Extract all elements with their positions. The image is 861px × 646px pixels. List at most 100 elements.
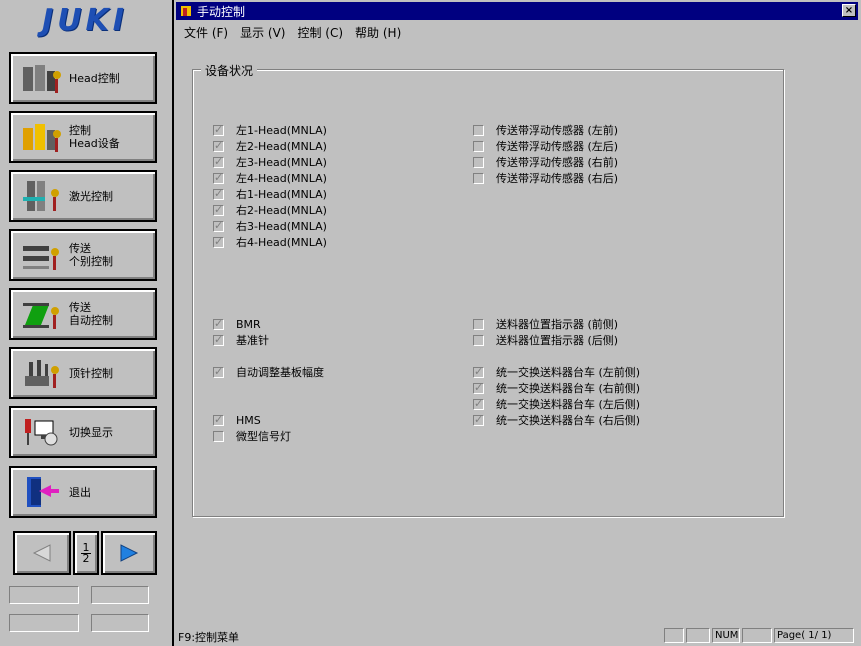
left-checkbox-row[interactable]: 右1-Head(MNLA)	[213, 186, 327, 202]
checkbox[interactable]	[473, 172, 484, 184]
checkbox[interactable]	[473, 140, 484, 152]
content-area: 设备状况 左1-Head(MNLA) 左2-Head(MNLA) 左3-Head(M…	[176, 44, 858, 624]
checkbox[interactable]	[213, 123, 224, 136]
blank-slot-1	[9, 586, 79, 604]
checkbox[interactable]	[473, 334, 484, 346]
conveyor-icon	[21, 238, 63, 272]
menu-file[interactable]: 文件 (F)	[184, 24, 228, 41]
checkbox-label: 基准针	[236, 334, 269, 347]
right-checkbox-row[interactable]: 传送带浮动传感器 (右后)	[473, 170, 618, 186]
pin-control-label: 顶针控制	[69, 366, 113, 380]
checkbox[interactable]	[213, 235, 224, 248]
right-checkbox-row[interactable]: 统一交换送料器台车 (左前侧)	[473, 364, 640, 380]
app-icon	[181, 6, 191, 16]
head-control-button[interactable]: Head控制	[9, 52, 157, 104]
head-device-control-button[interactable]: 控制 Head设备	[9, 111, 157, 163]
checkbox-label: 统一交换送料器台车 (左前侧)	[496, 366, 641, 379]
left-checkbox-row[interactable]: 右2-Head(MNLA)	[213, 202, 327, 218]
next-page-button[interactable]	[101, 531, 157, 575]
checkbox[interactable]	[213, 171, 224, 184]
left-checkbox-row[interactable]: BMR	[213, 316, 261, 332]
title-bar: 手动控制 ×	[176, 2, 858, 20]
checkbox[interactable]	[213, 430, 224, 442]
checkbox[interactable]	[473, 381, 484, 394]
checkbox[interactable]	[213, 139, 224, 152]
right-checkbox-row[interactable]: 传送带浮动传感器 (左后)	[473, 138, 618, 154]
menu-view[interactable]: 显示 (V)	[240, 24, 285, 41]
checkbox-label: 自动调整基板幅度	[236, 366, 324, 379]
status-pane-1	[664, 628, 684, 643]
right-checkbox-row[interactable]: 统一交换送料器台车 (右后侧)	[473, 412, 640, 428]
checkbox-label: 传送带浮动传感器 (左前)	[496, 124, 619, 137]
checkbox[interactable]	[473, 397, 484, 410]
checkbox[interactable]	[473, 124, 484, 136]
transfer-individual-button[interactable]: 传送 个别控制	[9, 229, 157, 281]
checkbox-label: 左3-Head(MNLA)	[236, 156, 327, 169]
head-device-icon	[21, 120, 63, 154]
left-checkbox-row[interactable]: 基准针	[213, 332, 269, 348]
exit-label: 退出	[69, 485, 91, 499]
head-device-label: 控制 Head设备	[69, 124, 120, 150]
checkbox-label: 右1-Head(MNLA)	[236, 188, 327, 201]
left-checkbox-row[interactable]: 左4-Head(MNLA)	[213, 170, 327, 186]
checkbox[interactable]	[473, 365, 484, 378]
menu-help[interactable]: 帮助 (H)	[355, 24, 401, 41]
left-checkbox-row[interactable]: 右3-Head(MNLA)	[213, 218, 327, 234]
checkbox-label: 左4-Head(MNLA)	[236, 172, 327, 185]
checkbox-label: HMS	[236, 413, 261, 427]
right-checkbox-row[interactable]: 送料器位置指示器 (前侧)	[473, 316, 618, 332]
checkbox[interactable]	[213, 187, 224, 200]
exit-door-icon	[21, 475, 63, 509]
checkbox[interactable]	[473, 156, 484, 168]
pin-control-button[interactable]: 顶针控制	[9, 347, 157, 399]
checkbox[interactable]	[213, 365, 224, 378]
blank-slot-3	[9, 614, 79, 632]
page-nav: 1 2	[9, 531, 157, 575]
left-checkbox-row[interactable]: 右4-Head(MNLA)	[213, 234, 327, 250]
left-checkbox-row[interactable]: 左1-Head(MNLA)	[213, 122, 327, 138]
checkbox-label: 传送带浮动传感器 (左后)	[496, 140, 619, 153]
checkbox-label: 统一交换送料器台车 (右后侧)	[496, 414, 641, 427]
checkbox-label: 右4-Head(MNLA)	[236, 236, 327, 249]
right-checkbox-row[interactable]: 送料器位置指示器 (后侧)	[473, 332, 618, 348]
close-button[interactable]: ×	[842, 4, 856, 17]
left-checkbox-row[interactable]: HMS	[213, 412, 261, 428]
right-checkbox-row[interactable]: 传送带浮动传感器 (右前)	[473, 154, 618, 170]
switch-display-button[interactable]: 切换显示	[9, 406, 157, 458]
exit-button[interactable]: 退出	[9, 466, 157, 518]
blank-slot-2	[91, 586, 149, 604]
status-pane-2	[686, 628, 710, 643]
switch-display-icon	[21, 415, 63, 449]
head-control-icon	[21, 61, 63, 95]
blank-slot-4	[91, 614, 149, 632]
menu-bar: 文件 (F) 显示 (V) 控制 (C) 帮助 (H)	[176, 22, 405, 42]
menu-control[interactable]: 控制 (C)	[297, 24, 343, 41]
right-checkbox-row[interactable]: 传送带浮动传感器 (左前)	[473, 122, 618, 138]
status-page: Page( 1/ 1)	[774, 628, 854, 643]
left-checkbox-row[interactable]: 微型信号灯	[213, 428, 291, 444]
right-checkbox-row[interactable]: 统一交换送料器台车 (左后侧)	[473, 396, 640, 412]
checkbox[interactable]	[213, 317, 224, 330]
checkbox[interactable]	[213, 333, 224, 346]
left-checkbox-row[interactable]: 自动调整基板幅度	[213, 364, 324, 380]
checkbox-label: 传送带浮动传感器 (右前)	[496, 156, 619, 169]
laser-control-label: 激光控制	[69, 189, 113, 203]
checkbox[interactable]	[213, 413, 224, 426]
prev-page-button[interactable]	[13, 531, 71, 575]
status-pane-4	[742, 628, 772, 643]
checkbox[interactable]	[473, 413, 484, 426]
page-indicator-num: 1	[82, 540, 90, 554]
right-checkbox-row[interactable]: 统一交换送料器台车 (右前侧)	[473, 380, 640, 396]
left-checkbox-row[interactable]: 左3-Head(MNLA)	[213, 154, 327, 170]
checkbox[interactable]	[213, 155, 224, 168]
checkbox[interactable]	[473, 318, 484, 330]
status-hint: F9:控制菜单	[178, 631, 240, 644]
checkbox[interactable]	[213, 203, 224, 216]
checkbox-label: 送料器位置指示器 (后侧)	[496, 334, 619, 347]
checkbox-label: 统一交换送料器台车 (左后侧)	[496, 398, 641, 411]
laser-control-button[interactable]: 激光控制	[9, 170, 157, 222]
transfer-auto-button[interactable]: 传送 自动控制	[9, 288, 157, 340]
device-status-group: 设备状况 左1-Head(MNLA) 左2-Head(MNLA) 左3-Head(M…	[192, 62, 784, 517]
checkbox[interactable]	[213, 219, 224, 232]
left-checkbox-row[interactable]: 左2-Head(MNLA)	[213, 138, 327, 154]
